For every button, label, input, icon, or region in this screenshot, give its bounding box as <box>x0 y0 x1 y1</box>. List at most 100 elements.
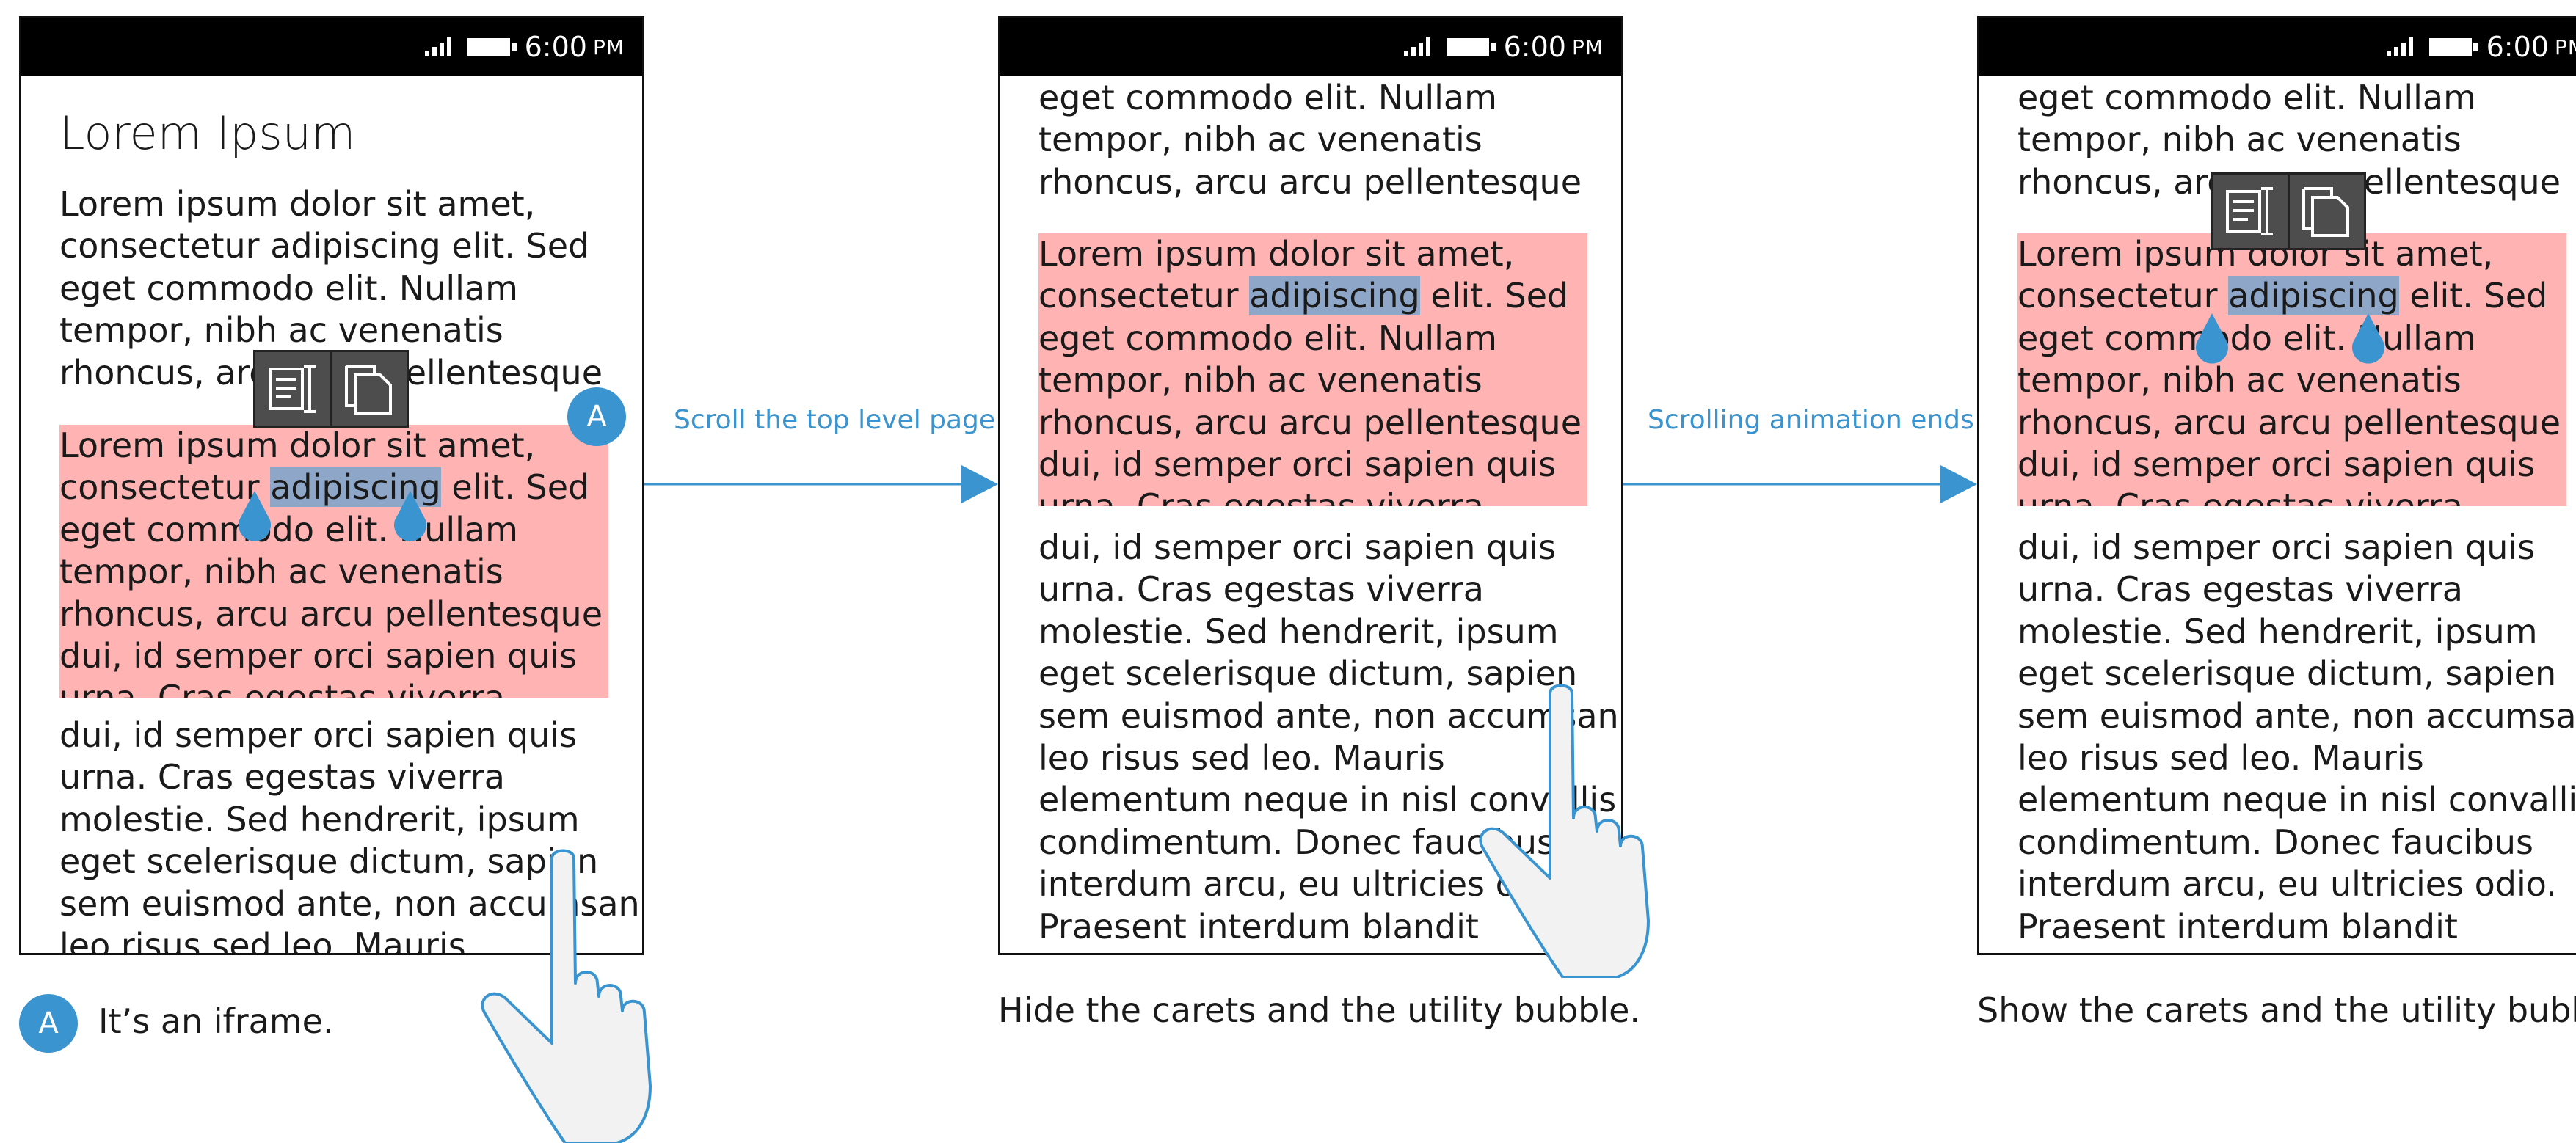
text-line: sem euismod ante, non accumsan <box>2017 695 2576 736</box>
caret-handle-icon[interactable] <box>2192 312 2232 369</box>
legend-badge: A <box>19 994 78 1053</box>
iframe-line: eget commodo elit. Nullam <box>1038 318 1497 358</box>
caret-handle-icon[interactable] <box>390 489 430 547</box>
iframe-line: dui, id semper orci sapien quis <box>59 636 578 676</box>
flow-arrow <box>1623 465 1977 503</box>
iframe-line-selected: consectetur adipiscing elit. Sed <box>59 467 603 508</box>
status-ampm: PM <box>2554 34 2576 59</box>
flow-arrow <box>644 465 998 503</box>
text-line: eget commodo elit. Nullam <box>1038 78 1497 117</box>
battery-icon <box>1446 38 1496 56</box>
iframe-line: tempor, nibh ac venenatis <box>2017 360 2462 401</box>
status-ampm: PM <box>592 34 625 59</box>
text-line: molestie. Sed hendrerit, ipsum <box>59 799 580 839</box>
status-bar: 6:00PM <box>1979 18 2576 76</box>
phone-frame-initial: 6:00 PM Lorem Ipsum Lorem ipsum dolor sit… <box>19 16 644 955</box>
status-ampm: PM <box>1571 34 1604 59</box>
battery-icon <box>467 38 517 56</box>
caret-handle-icon[interactable] <box>2348 312 2388 369</box>
iframe-line: tempor, nibh ac venenatis <box>59 552 503 592</box>
iframe-badge: A <box>567 387 626 446</box>
select-all-button[interactable] <box>255 352 330 426</box>
selected-word[interactable]: adipiscing <box>1249 276 1420 316</box>
copy-button[interactable] <box>330 352 407 426</box>
caption-scrolling: Hide the carets and the utility bubble. <box>998 990 1641 1030</box>
line-text: consectetur <box>1038 276 1250 316</box>
text-line: dui, id semper orci sapien quis <box>1038 527 1557 567</box>
copy-button[interactable] <box>2287 175 2365 248</box>
text-line: urna. Cras egestas viverra <box>59 757 505 797</box>
select-all-button[interactable] <box>2213 175 2288 248</box>
text-line: leo risus sed leo. Mauris <box>2017 738 2424 778</box>
text-line: molestie. Sed hendrerit, ipsum <box>1038 611 1559 651</box>
signal-icon <box>1403 37 1430 56</box>
signal-icon <box>2386 37 2413 56</box>
text-line: eget scelerisque dictum, sapien <box>2017 654 2557 694</box>
text-line: eget commodo elit. Nullam <box>2017 78 2476 117</box>
line-text: elit. Sed <box>1419 276 1569 316</box>
status-bar: 6:00PM <box>1000 18 1621 76</box>
iframe-line: tempor, nibh ac venenatis <box>1038 360 1482 401</box>
text-line: urna. Cras egestas viverra <box>2017 569 2463 610</box>
paragraph-bottom: dui, id semper orci sapien quis urna. Cr… <box>2017 527 2576 948</box>
touch-hand-icon <box>1479 684 1650 978</box>
line-text: elit. Sed <box>2398 276 2548 316</box>
iframe-line: eget commodo elit. Nullam <box>2017 318 2476 358</box>
text-line: eget commodo elit. Nullam <box>59 268 518 308</box>
touch-hand-icon <box>481 849 652 1143</box>
utility-bubble[interactable] <box>2211 172 2366 250</box>
text-line: tempor, nibh ac venenatis <box>1038 120 1482 160</box>
iframe-line: dui, id semper orci sapien quis <box>1038 445 1557 485</box>
iframe-content[interactable]: Lorem ipsum dolor sit amet, consectetur … <box>59 425 608 698</box>
text-line: interdum arcu, eu ultricies odio. <box>2017 864 2557 905</box>
utility-bubble[interactable] <box>253 350 409 428</box>
phone-frame-settled: 6:00PM eget commodo elit. Nullam tempor,… <box>1977 16 2576 955</box>
iframe-line: Lorem ipsum dolor sit amet, <box>59 426 536 465</box>
signal-icon <box>424 37 451 56</box>
iframe-content[interactable]: Lorem ipsum dolor sit amet, consectetur … <box>2017 233 2566 506</box>
line-text: elit. Sed <box>440 467 590 508</box>
iframe-line: rhoncus, arcu arcu pellentesque <box>59 594 603 634</box>
text-line: consectetur adipiscing elit. Sed <box>59 226 590 266</box>
caret-handle-icon[interactable] <box>235 489 274 547</box>
selected-word[interactable]: adipiscing <box>2228 276 2399 316</box>
text-line: dui, id semper orci sapien quis <box>59 715 578 755</box>
iframe-line: urna. Cras egestas viverra <box>59 677 603 698</box>
iframe-line: rhoncus, arcu arcu pellentesque <box>1038 402 1582 442</box>
copy-icon <box>345 365 393 415</box>
iframe-line: urna. Cras egestas viverra <box>2017 486 2561 506</box>
caption-settled: Show the carets and the utility bubble. <box>1977 990 2576 1030</box>
text-line: tempor, nibh ac venenatis <box>59 310 503 351</box>
iframe-line: eget commodo elit. Nullam <box>59 509 518 549</box>
line-text: consectetur <box>2017 276 2229 316</box>
text-line: rhoncus, arcu arcu pellentesque <box>1038 161 1582 202</box>
text-line: urna. Cras egestas viverra <box>1038 569 1484 610</box>
legend-text: It’s an iframe. <box>98 1001 334 1041</box>
status-time: 6:00 <box>2486 31 2549 63</box>
text-line: elementum neque in nisl convallis <box>2017 780 2576 820</box>
text-line: Lorem ipsum dolor sit amet, <box>59 184 536 224</box>
status-time: 6:00 <box>1503 31 1566 63</box>
battery-icon <box>2428 38 2478 56</box>
iframe-line: rhoncus, arcu arcu pellentesque <box>2017 402 2561 442</box>
copy-icon <box>2302 187 2350 237</box>
text-line: tempor, nibh ac venenatis <box>2017 120 2462 160</box>
paragraph-top: eget commodo elit. Nullam tempor, nibh a… <box>1038 77 1582 203</box>
text-line: condimentum. Donec faucibus <box>2017 822 2533 862</box>
iframe-line-selected: consectetur adipiscing elit. Sed <box>1038 275 1582 317</box>
select-all-icon <box>268 365 316 413</box>
text-line: dui, id semper orci sapien quis <box>2017 527 2536 567</box>
arrow-label: Scrolling animation ends <box>1648 405 1974 435</box>
arrow-label: Scroll the top level page <box>674 405 996 435</box>
text-line: Praesent interdum blandit <box>2017 906 2458 946</box>
iframe-line-selected: consectetur adipiscing elit. Sed <box>2017 275 2561 317</box>
iframe-line: Lorem ipsum dolor sit amet, <box>1038 234 1515 274</box>
iframe-content[interactable]: Lorem ipsum dolor sit amet, consectetur … <box>1038 233 1587 506</box>
iframe-line: dui, id semper orci sapien quis <box>2017 445 2536 485</box>
text-line: molestie. Sed hendrerit, ipsum <box>2017 611 2538 651</box>
status-bar: 6:00PM <box>21 18 642 76</box>
page-title: Lorem Ipsum <box>59 106 356 160</box>
select-all-icon <box>2225 187 2273 235</box>
iframe-line: urna. Cras egestas viverra <box>1038 486 1582 506</box>
status-time: 6:00 <box>524 31 587 63</box>
